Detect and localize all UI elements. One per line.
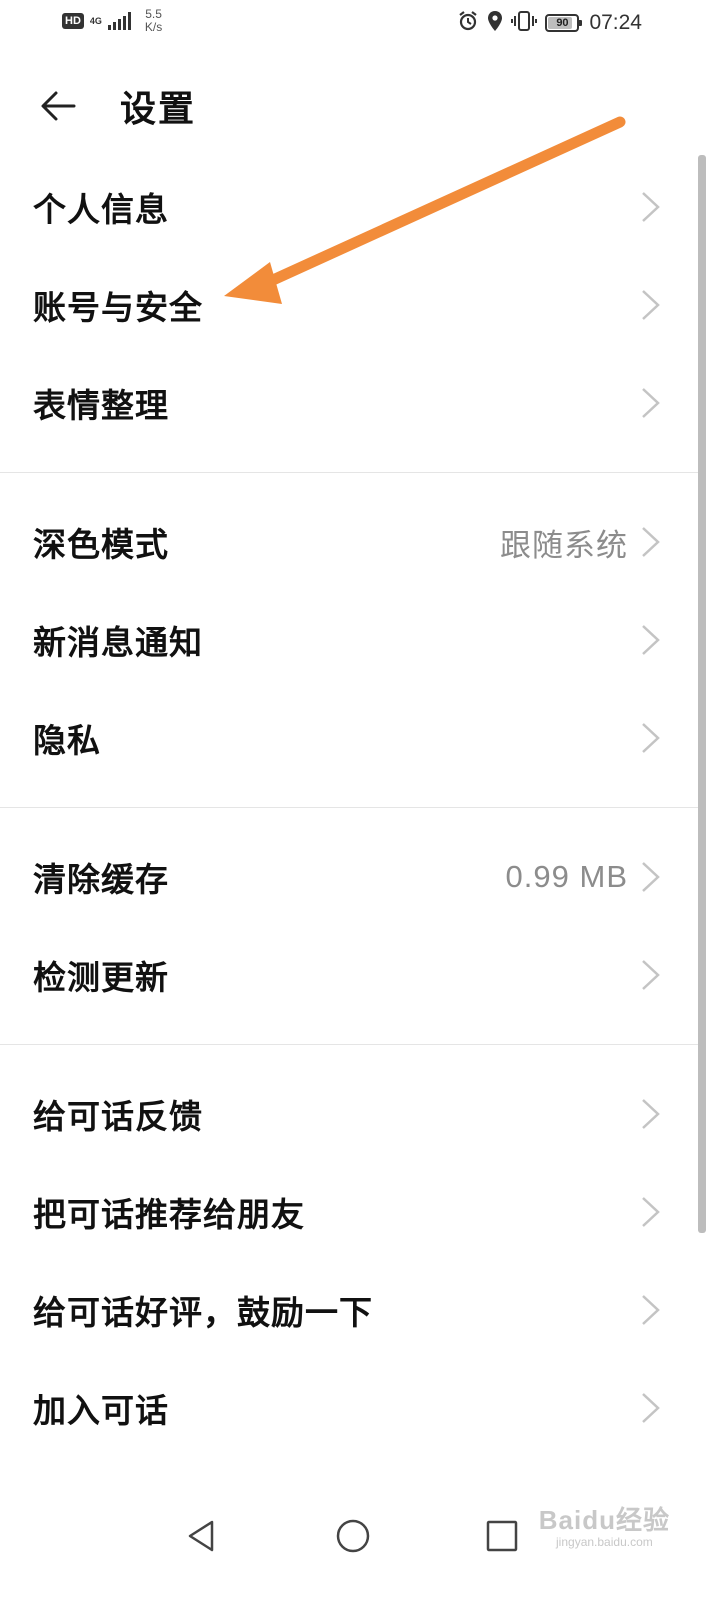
hd-badge: HD (62, 13, 84, 29)
nav-recents-button[interactable] (472, 1506, 532, 1566)
chevron-right-icon (642, 1393, 660, 1423)
row-sticker-management[interactable]: 表情整理 (0, 354, 700, 452)
recents-square-icon (486, 1520, 518, 1552)
chevron-right-icon (642, 1197, 660, 1227)
row-privacy[interactable]: 隐私 (0, 689, 700, 787)
battery-level: 90 (556, 17, 569, 29)
settings-group-storage: 清除缓存 0.99 MB 检测更新 (0, 828, 700, 1024)
row-value: 跟随系统 (500, 527, 628, 564)
row-label: 清除缓存 (33, 860, 169, 899)
back-triangle-icon (188, 1520, 214, 1552)
row-personal-info[interactable]: 个人信息 (0, 158, 700, 256)
row-label: 新消息通知 (33, 623, 203, 662)
watermark: Baidu经验 jingyan.baidu.com (539, 1500, 670, 1549)
row-dark-mode[interactable]: 深色模式 跟随系统 (0, 493, 700, 591)
clock: 07:24 (589, 11, 642, 34)
alarm-icon (457, 10, 479, 36)
chevron-right-icon (642, 1099, 660, 1129)
status-bar: HD 4G 5.5 K/s 90 07:24 (0, 0, 720, 50)
watermark-logo-text: Baidu经验 (538, 1505, 670, 1535)
watermark-url: jingyan.baidu.com (556, 1535, 653, 1549)
chevron-right-icon (642, 862, 660, 892)
speed-value: 5.5 (145, 7, 162, 21)
row-label: 检测更新 (33, 958, 169, 997)
row-label: 把可话推荐给朋友 (33, 1195, 305, 1234)
divider (0, 807, 700, 808)
row-check-update[interactable]: 检测更新 (0, 926, 700, 1024)
status-right: 90 07:24 (457, 10, 642, 36)
chevron-right-icon (642, 1295, 660, 1325)
row-account-security[interactable]: 账号与安全 (0, 256, 700, 354)
speed-unit: K/s (144, 20, 163, 34)
chevron-right-icon (642, 388, 660, 418)
row-recommend-to-friends[interactable]: 把可话推荐给朋友 (0, 1163, 700, 1261)
battery-icon: 90 (545, 14, 583, 32)
chevron-right-icon (642, 290, 660, 320)
network-type: 4G (89, 15, 102, 26)
scrollbar[interactable] (698, 155, 706, 1233)
home-circle-icon (336, 1519, 370, 1553)
row-label: 加入可话 (33, 1391, 169, 1430)
vibrate-icon (511, 10, 538, 36)
row-value: 0.99 MB (505, 859, 628, 894)
divider (0, 1044, 700, 1045)
row-label: 给可话反馈 (33, 1097, 203, 1136)
chevron-right-icon (642, 625, 660, 655)
status-left: HD 4G 5.5 K/s (62, 8, 162, 34)
settings-group-display: 深色模式 跟随系统 新消息通知 隐私 (0, 493, 700, 787)
chevron-right-icon (642, 723, 660, 753)
row-feedback[interactable]: 给可话反馈 (0, 1065, 700, 1163)
location-icon (487, 10, 503, 36)
divider (0, 472, 700, 473)
row-new-message-notification[interactable]: 新消息通知 (0, 591, 700, 689)
row-label: 表情整理 (33, 386, 169, 425)
nav-back-button[interactable] (172, 1506, 232, 1566)
settings-group-account: 个人信息 账号与安全 表情整理 (0, 158, 700, 452)
row-label: 个人信息 (33, 190, 169, 229)
page-title: 设置 (120, 88, 197, 130)
settings-list: 个人信息 账号与安全 表情整理 深色模式 跟随系统 新消息通知 隐私 清除缓存 … (0, 158, 700, 1457)
chevron-right-icon (642, 192, 660, 222)
row-label: 隐私 (33, 721, 101, 760)
row-label: 给可话好评，鼓励一下 (33, 1293, 373, 1332)
nav-home-button[interactable] (323, 1506, 383, 1566)
chevron-right-icon (642, 527, 660, 557)
row-rate-app[interactable]: 给可话好评，鼓励一下 (0, 1261, 700, 1359)
back-arrow-icon (41, 91, 76, 121)
chevron-right-icon (642, 960, 660, 990)
app-header: 设置 (0, 60, 720, 150)
back-button[interactable] (28, 82, 88, 130)
row-clear-cache[interactable]: 清除缓存 0.99 MB (0, 828, 700, 926)
row-label: 账号与安全 (33, 288, 203, 327)
settings-group-about: 给可话反馈 把可话推荐给朋友 给可话好评，鼓励一下 加入可话 (0, 1065, 700, 1457)
network-speed: 5.5 K/s (145, 8, 162, 34)
row-join-us[interactable]: 加入可话 (0, 1359, 700, 1457)
row-label: 深色模式 (33, 525, 169, 564)
signal-icon (107, 12, 131, 30)
